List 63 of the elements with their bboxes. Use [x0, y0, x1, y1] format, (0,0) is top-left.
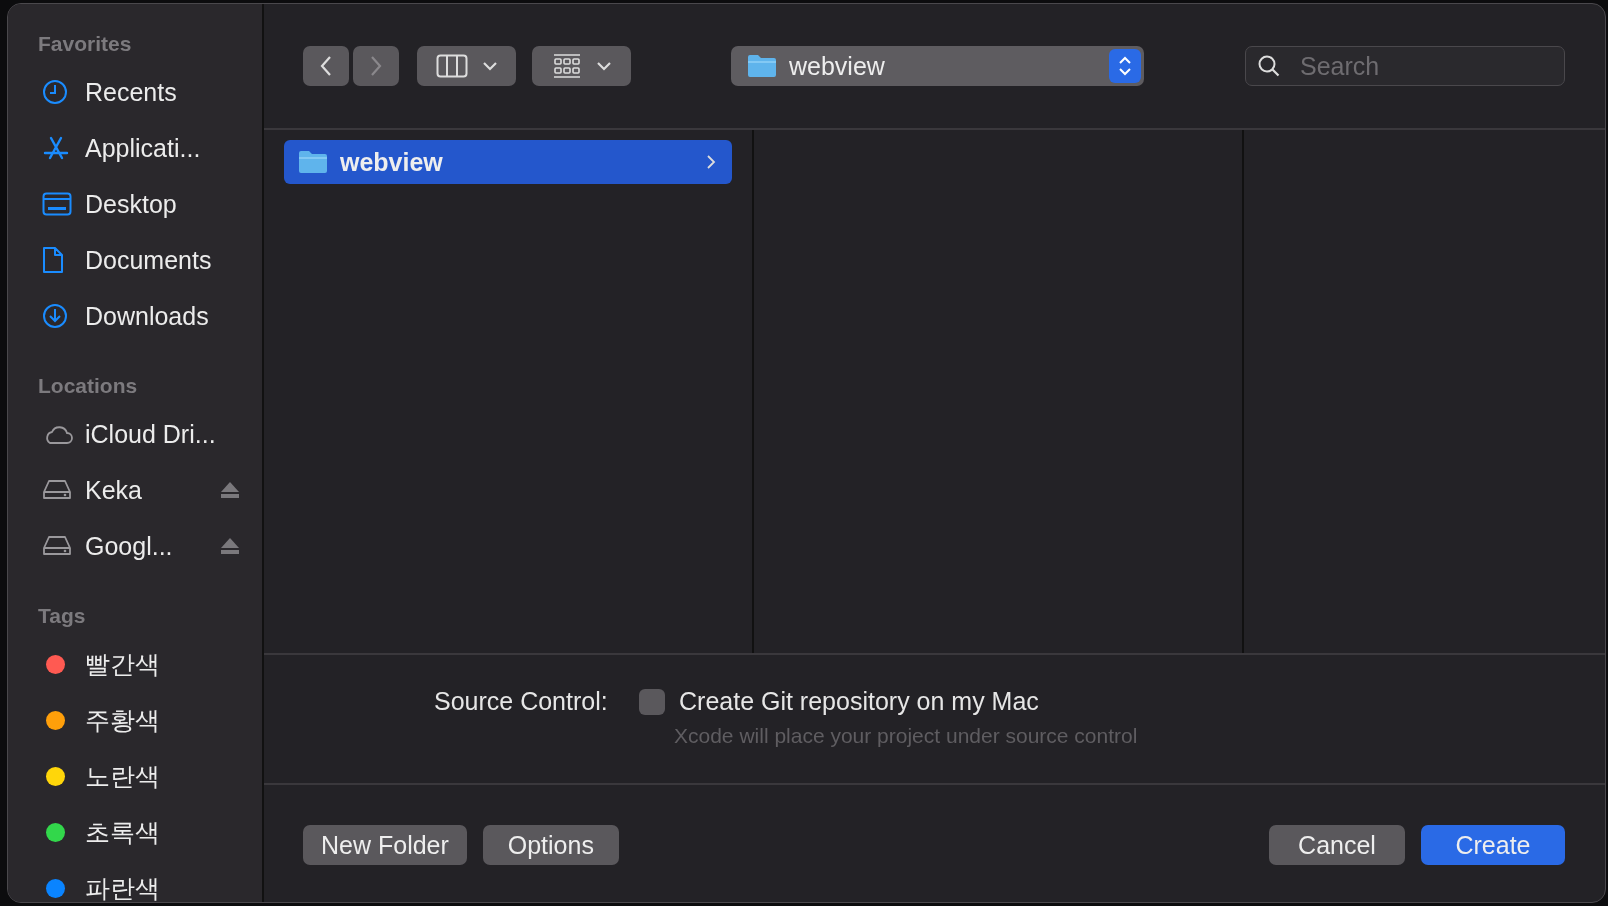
sidebar-item[interactable]: Keka [38, 462, 262, 518]
dialog-button[interactable]: Cancel [1269, 825, 1405, 865]
search-field[interactable]: Search [1245, 46, 1565, 86]
sidebar-item[interactable]: Applicati... [38, 120, 262, 176]
sidebar-item[interactable]: Documents [38, 232, 262, 288]
sidebar-item[interactable]: 노란색 [38, 748, 262, 804]
sidebar-item[interactable]: iCloud Dri... [38, 406, 262, 462]
chevron-left-icon [319, 55, 333, 77]
document-icon [42, 246, 64, 274]
section-header: Favorites [38, 32, 133, 56]
folder-icon [298, 150, 328, 174]
item-label: Downloads [85, 301, 209, 331]
help-text: Xcode will place your project under source control [674, 724, 1139, 748]
item-label: Documents [85, 245, 212, 275]
checkbox-label[interactable]: Create Git repository on my Mac [679, 687, 1039, 716]
dialog-button[interactable]: Create [1421, 825, 1565, 865]
item-label: 파란색 [85, 872, 160, 902]
item-label: Recents [85, 77, 177, 107]
folder-row[interactable]: webview [284, 140, 732, 184]
sidebar-item[interactable]: 초록색 [38, 804, 262, 860]
sidebar-item[interactable]: 주황색 [38, 692, 262, 748]
dialog-button[interactable]: New Folder [303, 825, 467, 865]
search-icon [1257, 54, 1281, 78]
group-view-button[interactable] [532, 46, 631, 86]
item-label: Keka [85, 475, 142, 505]
back-button[interactable] [303, 46, 349, 86]
eject-icon[interactable] [220, 481, 240, 499]
app-store-icon [42, 135, 70, 161]
sidebar-item[interactable]: Desktop [38, 176, 262, 232]
sidebar-item[interactable]: Downloads [38, 288, 262, 344]
sidebar-item[interactable]: Recents [38, 64, 262, 120]
sidebar-item[interactable]: 빨간색 [38, 636, 262, 692]
download-icon [42, 303, 68, 329]
grid-icon [551, 53, 582, 79]
drive-icon [42, 535, 72, 557]
path-popup[interactable]: webview [731, 46, 1144, 86]
item-label: 주황색 [85, 704, 160, 736]
section-header: Locations [38, 374, 139, 398]
checkbox[interactable] [639, 688, 665, 715]
stepper-icon [1109, 49, 1141, 83]
clock-icon [42, 79, 68, 105]
dialog-button[interactable]: Options [482, 825, 619, 865]
chevron-right-icon [369, 55, 383, 77]
drive-icon [42, 479, 72, 501]
item-label: Applicati... [85, 133, 201, 163]
item-label: Googl... [85, 531, 173, 561]
sidebar-item[interactable]: 파란색 [38, 860, 262, 902]
item-label: iCloud Dri... [85, 419, 216, 449]
folder-icon [747, 54, 777, 78]
desktop-icon [42, 192, 72, 216]
item-label: Desktop [85, 189, 177, 219]
item-label: 초록색 [85, 816, 160, 848]
source-control-label: Source Control: [434, 687, 609, 716]
columns-icon [435, 54, 468, 78]
eject-icon[interactable] [220, 537, 240, 555]
section-header: Tags [38, 604, 87, 628]
column-view-button[interactable] [417, 46, 516, 86]
caret-icon [595, 61, 612, 71]
item-label: 빨간색 [85, 648, 160, 680]
sidebar-item[interactable]: Googl... [38, 518, 262, 574]
caret-icon [481, 61, 498, 71]
folder-name: webview [340, 147, 444, 177]
item-label: 노란색 [85, 760, 160, 792]
